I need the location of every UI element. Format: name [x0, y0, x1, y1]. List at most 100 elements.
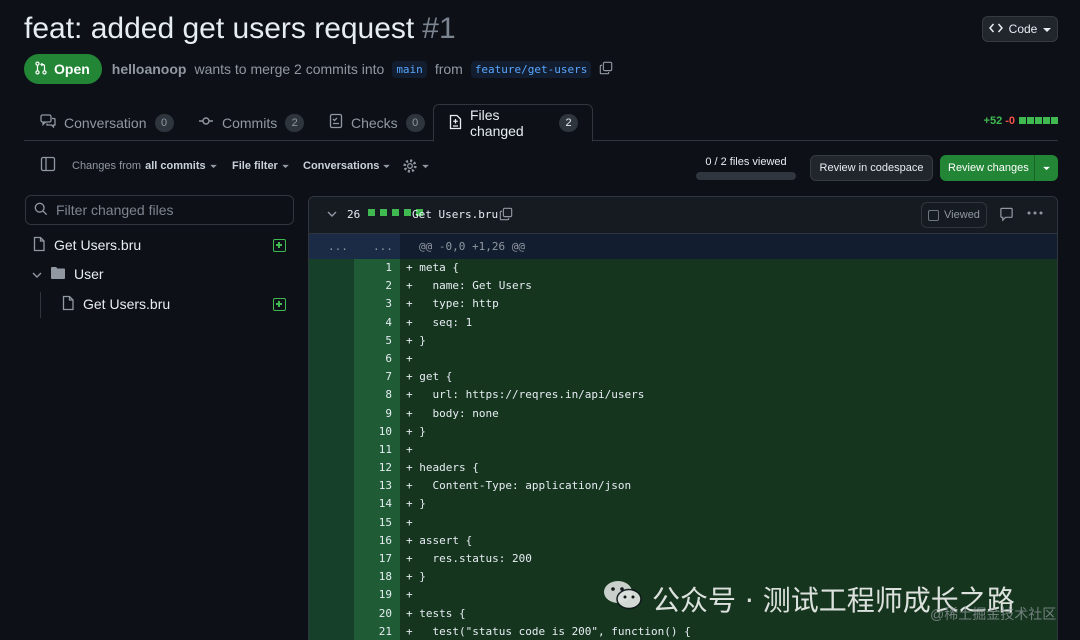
tab-counter: 2 [559, 114, 578, 132]
diff-line: 17 + res.status: 200 [309, 550, 1057, 569]
old-line-number[interactable] [309, 513, 354, 532]
old-line-number[interactable] [309, 586, 354, 605]
old-line-number[interactable] [309, 368, 354, 387]
new-line-number[interactable]: 19 [354, 586, 400, 605]
new-line-number[interactable]: 7 [354, 368, 400, 387]
line-code: + meta { [400, 259, 1057, 278]
expand-dots[interactable]: ... [328, 240, 348, 253]
new-line-number[interactable]: 21 [354, 622, 400, 640]
old-line-number[interactable] [309, 404, 354, 423]
old-line-number[interactable] [309, 622, 354, 640]
file-added-icon [273, 298, 286, 311]
old-line-number[interactable] [309, 349, 354, 369]
file-filter-dropdown[interactable]: File filter [232, 160, 289, 172]
old-line-number[interactable] [309, 440, 354, 460]
new-line-number[interactable]: 17 [354, 550, 400, 569]
wechat-icon [602, 578, 644, 619]
new-line-number[interactable]: 2 [354, 277, 400, 296]
conversations-dropdown[interactable]: Conversations [303, 160, 391, 172]
tab-files-changed[interactable]: Files changed 2 [433, 104, 593, 142]
review-dropdown-toggle[interactable] [1034, 155, 1058, 181]
chevron-down-icon [1043, 22, 1052, 36]
new-line-number[interactable]: 4 [354, 313, 400, 332]
old-line-number[interactable] [309, 259, 354, 278]
old-line-number[interactable] [309, 568, 354, 587]
old-line-number[interactable] [309, 277, 354, 296]
new-line-number[interactable]: 13 [354, 477, 400, 496]
changes-from-dropdown[interactable]: Changes from all commits [72, 160, 217, 172]
pr-title-row: feat: added get users request #1 [24, 12, 456, 46]
new-line-number[interactable]: 6 [354, 349, 400, 369]
files-viewed-progress [696, 172, 796, 180]
diff-line: 7 + get { [309, 368, 1057, 387]
review-in-codespace-button[interactable]: Review in codespace [810, 155, 933, 181]
old-line-number[interactable] [309, 477, 354, 496]
old-line-number[interactable] [309, 459, 354, 478]
line-code: + [400, 513, 1057, 532]
chevron-down-icon [209, 164, 217, 168]
new-line-number[interactable]: 5 [354, 331, 400, 350]
line-code: + assert { [400, 531, 1057, 550]
new-line-number[interactable]: 1 [354, 259, 400, 278]
old-line-number[interactable] [309, 313, 354, 332]
diff-line: 1 + meta { [309, 259, 1057, 278]
new-line-number[interactable]: 10 [354, 422, 400, 441]
old-line-number[interactable] [309, 422, 354, 441]
conversations-label: Conversations [303, 160, 380, 172]
tab-conversation[interactable]: Conversation 0 [26, 104, 188, 141]
tree-item-label: Get Users.bru [54, 237, 142, 253]
old-line-number[interactable] [309, 386, 354, 405]
new-line-number[interactable]: 14 [354, 495, 400, 514]
old-line-number[interactable] [309, 604, 354, 623]
review-changes-button[interactable]: Review changes [940, 155, 1058, 181]
kebab-menu-icon[interactable] [1027, 211, 1043, 215]
new-line-number[interactable]: 16 [354, 531, 400, 550]
viewed-checkbox[interactable]: Viewed [921, 202, 987, 228]
old-line-number[interactable] [309, 295, 354, 314]
new-line-number[interactable]: 12 [354, 459, 400, 478]
diff-line: 13 + Content-Type: application/json [309, 477, 1057, 496]
comment-icon[interactable] [999, 207, 1014, 222]
copy-icon[interactable] [499, 207, 513, 221]
new-line-number[interactable]: 20 [354, 604, 400, 623]
folder-icon [50, 266, 66, 283]
collapse-chevron-icon[interactable] [327, 210, 337, 218]
tree-item-file[interactable]: Get Users.bru [32, 233, 141, 257]
author-link[interactable]: helloanoop [112, 61, 187, 77]
new-line-number[interactable]: 9 [354, 404, 400, 423]
line-code: + } [400, 331, 1057, 350]
tab-commits[interactable]: Commits 2 [184, 104, 318, 141]
expand-dots[interactable]: ... [373, 240, 393, 253]
new-line-number[interactable]: 3 [354, 295, 400, 314]
filter-input[interactable] [56, 202, 276, 218]
old-line-number[interactable] [309, 495, 354, 514]
lines-changed-count: 26 [347, 208, 361, 221]
files-viewed-text: 0 / 2 files viewed [705, 156, 787, 168]
line-code: + res.status: 200 [400, 550, 1057, 569]
file-diff-icon [448, 114, 462, 133]
tree-item-folder[interactable]: User [32, 262, 104, 286]
old-line-number[interactable] [309, 331, 354, 350]
line-code: + } [400, 495, 1057, 514]
settings-dropdown[interactable] [402, 158, 429, 174]
diffstat: +52 -0 [984, 115, 1058, 127]
new-line-number[interactable]: 15 [354, 513, 400, 532]
code-button[interactable]: Code [982, 16, 1058, 42]
diff-filename[interactable]: Get Users.bru [412, 208, 498, 221]
tab-checks[interactable]: Checks 0 [315, 104, 439, 141]
line-code: + body: none [400, 404, 1057, 423]
new-line-number[interactable]: 18 [354, 568, 400, 587]
comment-discussion-icon [40, 114, 56, 131]
base-branch[interactable]: main [392, 60, 427, 78]
copy-icon[interactable] [599, 61, 613, 78]
old-line-number[interactable] [309, 550, 354, 569]
filter-changed-files[interactable] [25, 195, 294, 225]
head-branch[interactable]: feature/get-users [470, 60, 592, 78]
file-diff: 26 Get Users.bru Viewed ... ... @@ -0,0 … [308, 196, 1058, 640]
tree-item-file-nested[interactable]: Get Users.bru [61, 292, 170, 316]
new-line-number[interactable]: 11 [354, 440, 400, 460]
new-line-number[interactable]: 8 [354, 386, 400, 405]
sidebar-toggle-icon[interactable] [40, 156, 56, 172]
tree-item-label: User [74, 266, 104, 282]
old-line-number[interactable] [309, 531, 354, 550]
